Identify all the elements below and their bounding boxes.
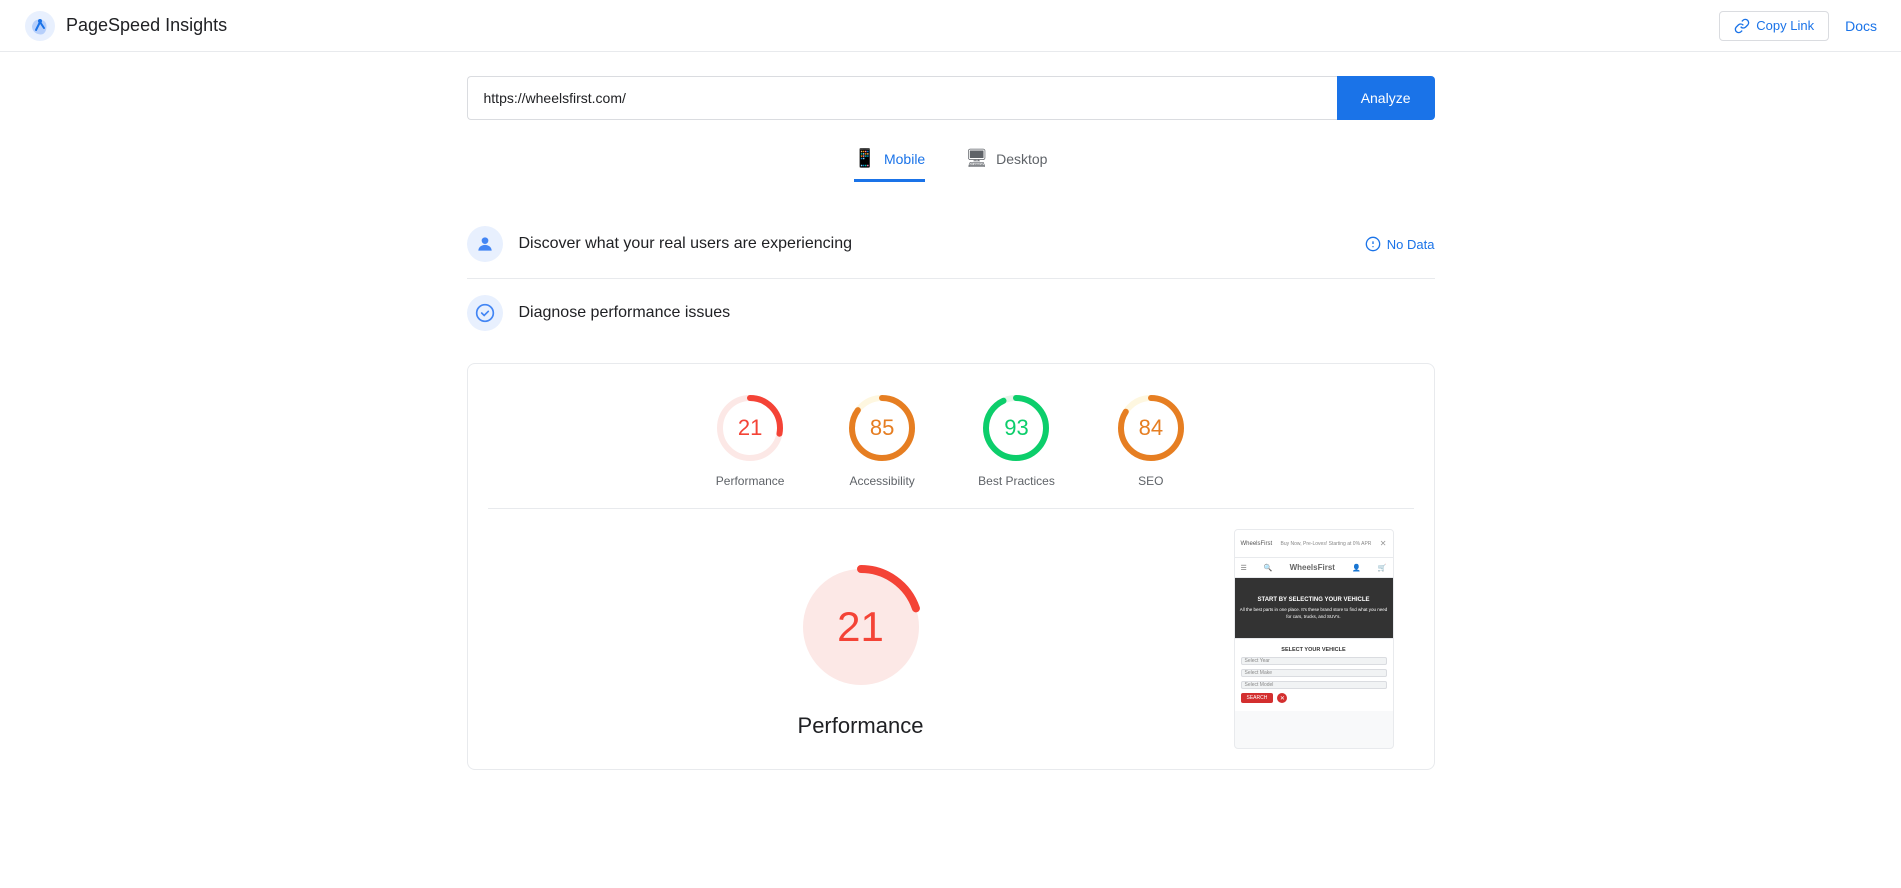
no-data-status: No Data xyxy=(1365,236,1435,252)
mobile-icon: 📱 xyxy=(854,148,876,169)
analyze-button[interactable]: Analyze xyxy=(1337,76,1435,120)
desktop-icon: 🖥 xyxy=(965,148,988,169)
preview-logo-text: WheelsFirst xyxy=(1290,563,1335,572)
diagnose-title: Diagnose performance issues xyxy=(519,304,1435,322)
large-performance-label: Performance xyxy=(798,713,924,739)
pagespeed-logo-icon xyxy=(24,10,56,42)
scores-container: 21 Performance 85 Accessibility xyxy=(467,363,1435,770)
large-performance-circle: 21 xyxy=(791,557,931,697)
logo-area: PageSpeed Insights xyxy=(24,10,227,42)
preview-hero-desc: All the best parts in one place. It's th… xyxy=(1239,607,1389,621)
best-practices-label: Best Practices xyxy=(978,474,1055,488)
link-icon xyxy=(1734,18,1750,34)
score-best-practices[interactable]: 93 Best Practices xyxy=(978,392,1055,488)
large-score-area: 21 Performance WheelsFirst Buy Now, Pre-… xyxy=(488,529,1414,749)
copy-link-button[interactable]: Copy Link xyxy=(1719,11,1829,41)
performance-circle: 21 xyxy=(714,392,786,464)
large-performance-value: 21 xyxy=(837,603,884,651)
preview-header: WheelsFirst Buy Now, Pre-Loves! Starting… xyxy=(1235,530,1393,558)
preview-user-icon: 👤 xyxy=(1352,564,1361,572)
preview-site-name: WheelsFirst xyxy=(1241,541,1273,547)
scores-row: 21 Performance 85 Accessibility xyxy=(488,392,1414,509)
preview-form-section: SELECT YOUR VEHICLE Select Year Select M… xyxy=(1235,638,1393,711)
diagnose-icon xyxy=(467,295,503,331)
copy-link-label: Copy Link xyxy=(1756,18,1814,33)
best-practices-circle: 93 xyxy=(980,392,1052,464)
accessibility-circle: 85 xyxy=(846,392,918,464)
preview-cart-icon: 🛒 xyxy=(1378,564,1387,572)
logo-title: PageSpeed Insights xyxy=(66,15,227,36)
tabs: 📱 Mobile 🖥 Desktop xyxy=(467,148,1435,182)
website-preview: WheelsFirst Buy Now, Pre-Loves! Starting… xyxy=(1234,529,1394,749)
best-practices-score-value: 93 xyxy=(1004,415,1028,441)
tab-mobile-label: Mobile xyxy=(884,151,925,167)
accessibility-score-value: 85 xyxy=(870,415,894,441)
preview-select-year: Select Year xyxy=(1241,657,1387,665)
performance-label: Performance xyxy=(716,474,785,488)
diagnose-section: Diagnose performance issues xyxy=(467,279,1435,347)
preview-search-button: SEARCH xyxy=(1241,693,1274,703)
tab-desktop-label: Desktop xyxy=(996,151,1047,167)
real-users-section: Discover what your real users are experi… xyxy=(467,210,1435,279)
preview-menu-icon: ☰ xyxy=(1241,564,1247,572)
website-preview-container: WheelsFirst Buy Now, Pre-Loves! Starting… xyxy=(1234,529,1414,749)
tab-mobile[interactable]: 📱 Mobile xyxy=(854,148,926,182)
preview-select-make: Select Make xyxy=(1241,669,1387,677)
large-score-left: 21 Performance xyxy=(488,529,1234,749)
header-actions: Copy Link Docs xyxy=(1719,11,1877,41)
real-users-icon xyxy=(467,226,503,262)
tab-desktop[interactable]: 🖥 Desktop xyxy=(965,148,1047,182)
seo-label: SEO xyxy=(1138,474,1163,488)
seo-circle: 84 xyxy=(1115,392,1187,464)
preview-section-title: SELECT YOUR VEHICLE xyxy=(1241,647,1387,653)
performance-score-value: 21 xyxy=(738,415,762,441)
preview-nav: ☰ 🔍 WheelsFirst 👤 🛒 xyxy=(1235,558,1393,578)
search-bar: Analyze xyxy=(467,76,1435,120)
seo-score-value: 84 xyxy=(1139,415,1163,441)
preview-icon-button: ✕ xyxy=(1277,693,1287,703)
score-performance[interactable]: 21 Performance xyxy=(714,392,786,488)
preview-select-model: Select Model xyxy=(1241,681,1387,689)
header: PageSpeed Insights Copy Link Docs xyxy=(0,0,1901,52)
accessibility-label: Accessibility xyxy=(849,474,914,488)
score-seo[interactable]: 84 SEO xyxy=(1115,392,1187,488)
preview-hero-title: START BY SELECTING YOUR VEHICLE xyxy=(1239,596,1389,604)
score-accessibility[interactable]: 85 Accessibility xyxy=(846,392,918,488)
main-content: Analyze 📱 Mobile 🖥 Desktop Discover what… xyxy=(451,52,1451,794)
info-icon xyxy=(1365,236,1381,252)
preview-hero: START BY SELECTING YOUR VEHICLE All the … xyxy=(1235,578,1393,638)
docs-link[interactable]: Docs xyxy=(1845,18,1877,34)
no-data-label: No Data xyxy=(1387,237,1435,252)
url-input[interactable] xyxy=(467,76,1337,120)
real-users-title: Discover what your real users are experi… xyxy=(519,235,1349,253)
preview-close-icon: ✕ xyxy=(1380,539,1387,548)
preview-search-icon: 🔍 xyxy=(1264,564,1273,572)
preview-tagline: Buy Now, Pre-Loves! Starting at 0% APR xyxy=(1276,541,1376,547)
